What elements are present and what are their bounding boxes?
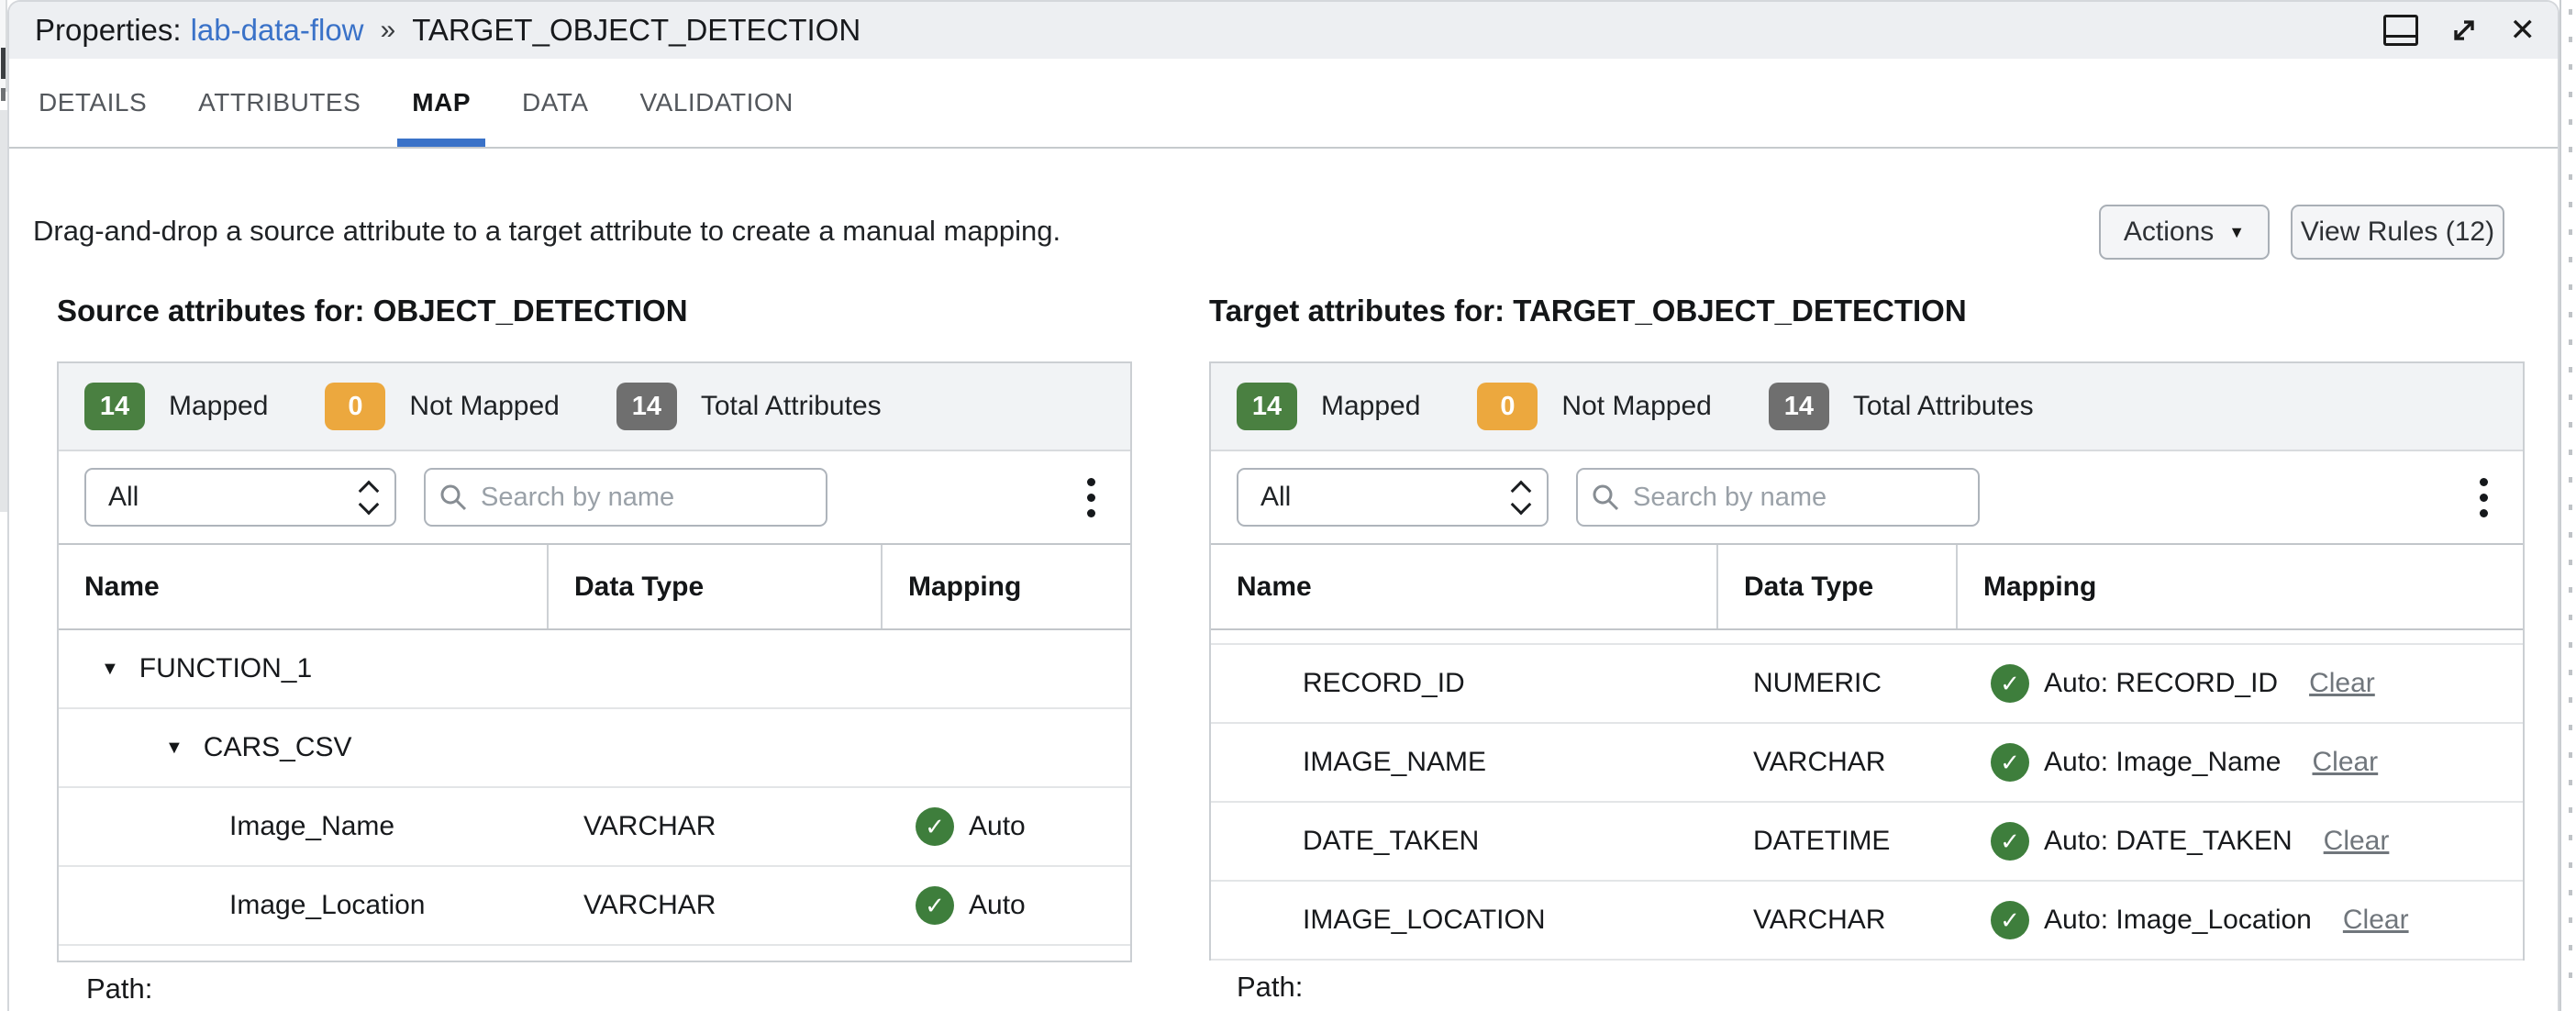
- total-label: Total Attributes: [700, 391, 882, 421]
- properties-panel: Properties: lab-data-flow » TARGET_OBJEC…: [7, 0, 2559, 1011]
- mapped-check-icon: ✓: [1991, 901, 2029, 939]
- data-flow-link[interactable]: lab-data-flow: [191, 13, 364, 48]
- table-row[interactable]: DATE_TAKEN DATETIME ✓ Auto: DATE_TAKEN C…: [1211, 803, 2523, 882]
- mapped-count-badge: 14: [1237, 383, 1297, 430]
- source-menu-kebab-icon[interactable]: [1087, 477, 1095, 517]
- clear-mapping-link[interactable]: Clear: [2309, 668, 2375, 699]
- target-attributes-panel: 14 Mapped 0 Not Mapped 14 Total Attribut…: [1209, 361, 2525, 961]
- panel-title-prefix: Properties:: [35, 13, 182, 47]
- not-mapped-count-badge: 0: [325, 383, 386, 430]
- not-mapped-label: Not Mapped: [409, 391, 560, 421]
- target-filter-select[interactable]: All: [1237, 468, 1549, 527]
- target-path-label: Path:: [1237, 971, 1304, 1003]
- target-badge-strip: 14 Mapped 0 Not Mapped 14 Total Attribut…: [1211, 363, 2523, 451]
- window-controls: ✕: [2382, 14, 2537, 47]
- background-edge-mark: [1, 88, 6, 101]
- total-label: Total Attributes: [1852, 391, 2034, 421]
- clear-mapping-link[interactable]: Clear: [2324, 826, 2390, 857]
- table-row[interactable]: Image_Location VARCHAR ✓ Auto: [59, 867, 1130, 946]
- mapped-check-icon: ✓: [1991, 822, 2029, 861]
- panel-title-object: TARGET_OBJECT_DETECTION: [412, 13, 861, 47]
- target-search-box: [1576, 468, 1980, 527]
- col-header-data-type: Data Type: [549, 545, 883, 628]
- not-mapped-label: Not Mapped: [1561, 391, 1712, 421]
- search-icon: [440, 484, 467, 511]
- source-panel-title: Source attributes for: OBJECT_DETECTION: [57, 294, 688, 328]
- select-chevrons-icon: [358, 480, 380, 515]
- view-rules-button[interactable]: View Rules (12): [2291, 205, 2504, 260]
- col-header-data-type: Data Type: [1718, 545, 1958, 628]
- clipped-row: [59, 946, 1130, 961]
- tab-attributes[interactable]: ATTRIBUTES: [172, 59, 386, 147]
- mapped-check-icon: ✓: [1991, 664, 2029, 703]
- tab-details[interactable]: DETAILS: [13, 59, 172, 147]
- source-path-label: Path:: [86, 972, 153, 1005]
- dock-panel-icon[interactable]: [2382, 15, 2418, 46]
- collapse-caret-icon[interactable]: ▼: [165, 738, 183, 759]
- table-row-group[interactable]: ▼ CARS_CSV: [59, 709, 1130, 788]
- table-row[interactable]: IMAGE_LOCATION VARCHAR ✓ Auto: Image_Loc…: [1211, 882, 2523, 961]
- target-table-header: Name Data Type Mapping: [1211, 543, 2523, 630]
- table-row-group[interactable]: ▼ FUNCTION_1: [59, 630, 1130, 709]
- col-header-mapping: Mapping: [1983, 571, 2097, 602]
- actions-button[interactable]: Actions ▼: [2099, 205, 2270, 260]
- col-header-mapping: Mapping: [908, 571, 1022, 602]
- clear-mapping-link[interactable]: Clear: [2343, 905, 2409, 936]
- source-badge-strip: 14 Mapped 0 Not Mapped 14 Total Attribut…: [59, 363, 1130, 451]
- total-count-badge: 14: [616, 383, 677, 430]
- tab-validation[interactable]: VALIDATION: [615, 59, 819, 147]
- search-icon: [1593, 484, 1619, 511]
- table-row[interactable]: Image_Name VARCHAR ✓ Auto: [59, 788, 1130, 867]
- tab-map[interactable]: MAP: [386, 59, 496, 147]
- clipped-row: [1211, 630, 2523, 645]
- total-count-badge: 14: [1768, 383, 1829, 430]
- mapped-label: Mapped: [1321, 391, 1421, 421]
- target-menu-kebab-icon[interactable]: [2480, 477, 2488, 517]
- scrollbar-ticks: [2569, 9, 2572, 1000]
- mapped-check-icon: ✓: [1991, 743, 2029, 782]
- source-attributes-panel: 14 Mapped 0 Not Mapped 14 Total Attribut…: [57, 361, 1132, 962]
- mapping-instruction: Drag-and-drop a source attribute to a ta…: [33, 215, 1061, 247]
- close-icon[interactable]: ✕: [2510, 15, 2537, 46]
- table-row[interactable]: IMAGE_NAME VARCHAR ✓ Auto: Image_Name Cl…: [1211, 724, 2523, 803]
- mapped-check-icon: ✓: [916, 807, 954, 846]
- mapped-check-icon: ✓: [916, 886, 954, 925]
- breadcrumb-separator: »: [380, 15, 396, 45]
- tab-bar: DETAILS ATTRIBUTES MAP DATA VALIDATION: [9, 59, 2558, 149]
- select-chevrons-icon: [1510, 480, 1532, 515]
- chevron-down-icon: ▼: [2228, 222, 2246, 241]
- not-mapped-count-badge: 0: [1477, 383, 1538, 430]
- panel-titlebar: Properties: lab-data-flow » TARGET_OBJEC…: [9, 2, 2558, 59]
- clipped-row: [1211, 961, 2523, 970]
- mapped-label: Mapped: [169, 391, 269, 421]
- col-header-name: Name: [1211, 545, 1718, 628]
- expand-icon[interactable]: [2448, 14, 2481, 47]
- clear-mapping-link[interactable]: Clear: [2312, 747, 2378, 778]
- tab-data[interactable]: DATA: [496, 59, 615, 147]
- source-filter-select[interactable]: All: [84, 468, 396, 527]
- collapse-caret-icon[interactable]: ▼: [101, 659, 119, 680]
- source-search-input[interactable]: [481, 482, 813, 513]
- source-table-header: Name Data Type Mapping: [59, 543, 1130, 630]
- col-header-name: Name: [59, 545, 549, 628]
- mapped-count-badge: 14: [84, 383, 145, 430]
- source-filter-row: All: [59, 451, 1130, 543]
- background-edge-strip: [0, 110, 7, 512]
- vertical-scrollbar[interactable]: [2559, 0, 2576, 1011]
- target-filter-row: All: [1211, 451, 2523, 543]
- target-panel-title: Target attributes for: TARGET_OBJECT_DET…: [1209, 294, 1967, 328]
- background-edge-mark: [1, 48, 6, 79]
- target-search-input[interactable]: [1633, 482, 1965, 513]
- table-row[interactable]: RECORD_ID NUMERIC ✓ Auto: RECORD_ID Clea…: [1211, 645, 2523, 724]
- source-search-box: [424, 468, 827, 527]
- active-tab-underline: [397, 139, 486, 147]
